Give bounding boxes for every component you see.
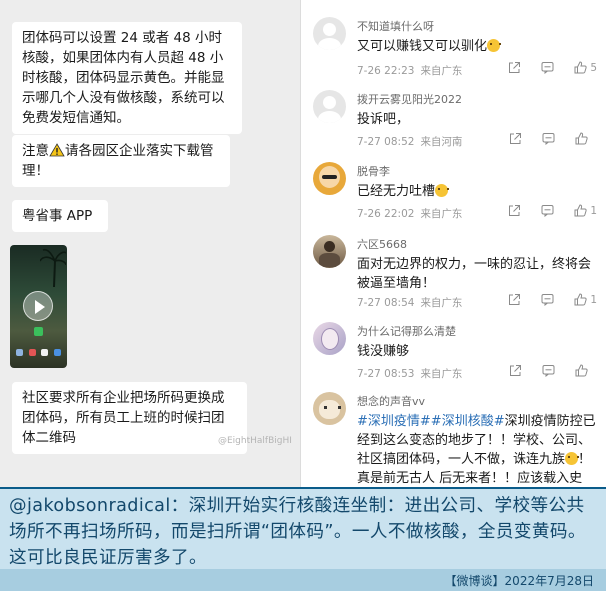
comment-meta: 7-27 08:52 来自河南 [357, 136, 463, 148]
comment-meta: 7-27 08:54 来自广东 [357, 297, 463, 309]
chat-panel: 团体码可以设置 24 或者 48 小时核酸，如果团体内有人员超 48 小时核酸，… [0, 0, 300, 487]
emoji-icon [487, 39, 502, 52]
video-thumbnail[interactable] [10, 245, 67, 368]
screenshot-frame: 团体码可以设置 24 或者 48 小时核酸，如果团体内有人员超 48 小时核酸，… [0, 0, 606, 591]
comment-text: #深圳疫情##深圳核酸#深圳疫情防控已经到这么变态的地步了！！学校、公司、社区搞… [357, 414, 596, 486]
comment-text: 已经无力吐槽 [357, 182, 603, 201]
comment-item: 脱骨李 已经无力吐槽 7-26 22:02 来自广东 1 [313, 162, 603, 232]
share-icon[interactable] [508, 204, 521, 217]
bald-avatar[interactable] [313, 162, 346, 195]
share-icon[interactable] [509, 364, 522, 377]
comment-meta: 7-26 22:02 来自广东 [357, 208, 463, 220]
emoji-icon [435, 184, 450, 197]
share-icon[interactable] [508, 61, 521, 74]
warning-icon [49, 143, 65, 157]
comments-panel: 不知道填什么呀 又可以赚钱又可以驯化 7-26 22:23 来自广东 5 拨开云雾… [300, 0, 606, 487]
default-avatar[interactable] [313, 17, 346, 50]
comment-item: 六区5668 面对无边界的权力，一味的忍让，终将会被逼至墙角！ 7-27 08:… [313, 235, 603, 320]
comment-icon[interactable] [542, 364, 555, 377]
comment-item: 想念的声音vv #深圳疫情##深圳核酸#深圳疫情防控已经到这么变态的地步了！！学… [313, 392, 603, 487]
caption-footer-bar: 【微博谈】2022年7月28日 [0, 569, 606, 591]
comment-actions [489, 132, 597, 145]
like-icon[interactable] [574, 204, 587, 217]
like-count: 1 [590, 293, 597, 306]
comment-text: 面对无边界的权力，一味的忍让，终将会被逼至墙角！ [357, 257, 592, 291]
comment-username[interactable]: 拨开云雾见阳光2022 [357, 91, 462, 107]
comment-username[interactable]: 脱骨李 [357, 163, 390, 179]
like-icon[interactable] [575, 364, 588, 377]
hashtag-link[interactable]: #深圳疫情# [357, 414, 431, 429]
like-icon[interactable] [574, 293, 587, 306]
caption-footer: 【微博谈】2022年7月28日 [444, 574, 594, 588]
chat-message-notice: 注意 请各园区企业落实下载管理！ [12, 135, 230, 187]
comment-actions: 5 [488, 61, 597, 74]
comment-item: 拨开云雾见阳光2022 投诉吧， 7-27 08:52 来自河南 [313, 90, 603, 160]
notice-prefix: 注意 [22, 143, 49, 159]
caption-panel: @jakobsonradical：深圳开始实行核酸连坐制：进出公司、学校等公共场… [0, 487, 606, 591]
comment-text: 投诉吧， [357, 112, 410, 127]
like-icon[interactable] [575, 132, 588, 145]
like-icon[interactable] [574, 61, 587, 74]
comment-item: 为什么记得那么清楚 钱没赚够 7-27 08:53 来自广东 [313, 322, 603, 392]
comment-actions: 1 [488, 204, 597, 217]
comment-actions: 1 [488, 293, 597, 306]
chat-message: 社区要求所有企业把场所码更换成团体码，所有员工上班的时候扫团体二维码 [12, 382, 247, 454]
comment-icon[interactable] [542, 132, 555, 145]
chat-message: 粤省事 APP [12, 200, 108, 232]
comment-text: 又可以赚钱又可以驯化 [357, 37, 603, 56]
comment-meta: 7-26 22:23 来自广东 [357, 65, 463, 77]
chat-message: 团体码可以设置 24 或者 48 小时核酸，如果团体内有人员超 48 小时核酸，… [12, 22, 242, 134]
emoji-icon [565, 452, 580, 465]
photo-avatar[interactable] [313, 235, 346, 268]
like-count: 5 [590, 61, 597, 74]
play-icon[interactable] [23, 291, 53, 321]
comment-actions [489, 364, 597, 377]
comment-icon[interactable] [541, 61, 554, 74]
hashtag-link[interactable]: #深圳核酸# [431, 414, 505, 429]
share-icon[interactable] [509, 132, 522, 145]
comment-icon[interactable] [541, 293, 554, 306]
comment-username[interactable]: 想念的声音vv [357, 393, 425, 409]
comment-username[interactable]: 六区5668 [357, 236, 407, 252]
phone-dock [16, 349, 61, 357]
comment-icon[interactable] [541, 204, 554, 217]
comment-username[interactable]: 为什么记得那么清楚 [357, 323, 456, 339]
watermark: @EightHalfBigHI [218, 436, 292, 446]
comment-item: 不知道填什么呀 又可以赚钱又可以驯化 7-26 22:23 来自广东 5 [313, 17, 603, 97]
cat-avatar[interactable] [313, 392, 346, 425]
comment-username[interactable]: 不知道填什么呀 [357, 18, 434, 34]
share-icon[interactable] [508, 293, 521, 306]
app-icon [34, 327, 43, 336]
default-avatar[interactable] [313, 90, 346, 123]
comment-meta: 7-27 08:53 来自广东 [357, 368, 463, 380]
art-avatar[interactable] [313, 322, 346, 355]
like-count: 1 [590, 204, 597, 217]
comment-text: 钱没赚够 [357, 344, 410, 359]
caption-text: @jakobsonradical：深圳开始实行核酸连坐制：进出公司、学校等公共场… [9, 496, 586, 568]
palm-tree-icon [40, 248, 66, 287]
